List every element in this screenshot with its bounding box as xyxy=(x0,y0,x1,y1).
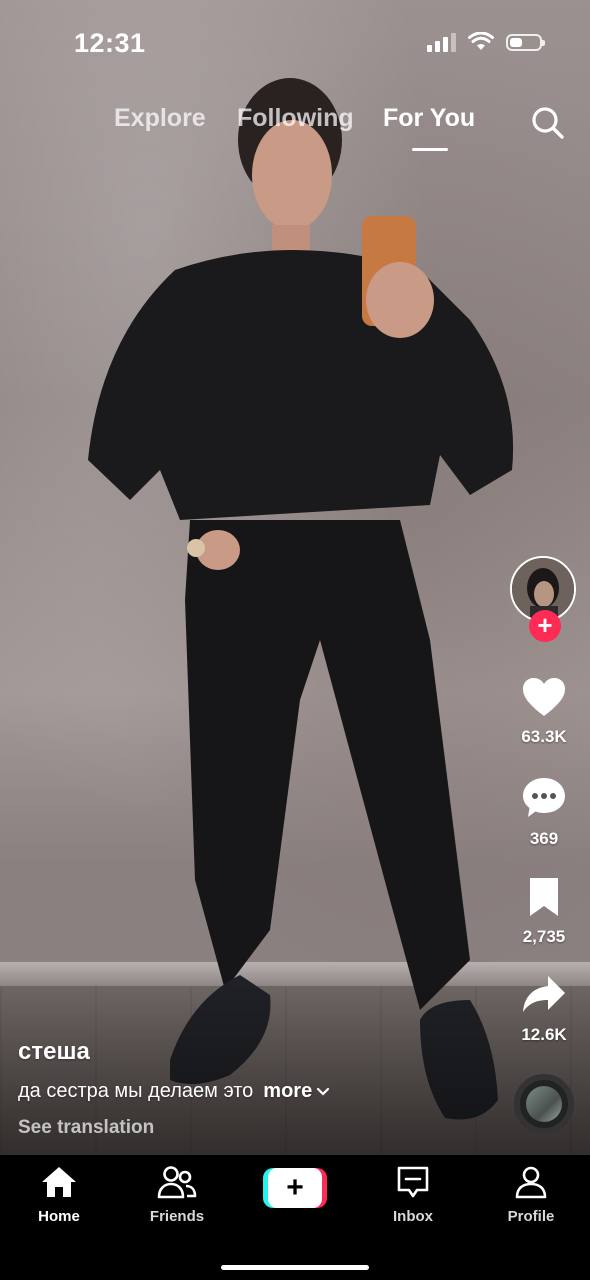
heart-icon xyxy=(523,678,565,716)
caption-description: да сестра мы делаем это xyxy=(18,1080,254,1102)
caption-text-row: да сестра мы делаем это more xyxy=(18,1080,488,1103)
save-count: 2,735 xyxy=(522,927,566,946)
video-caption: стеша да сестра мы делаем это more See t… xyxy=(18,1038,488,1139)
battery-level xyxy=(510,37,522,47)
status-bar: 12:31 xyxy=(0,0,590,90)
create-button[interactable]: + xyxy=(263,1168,327,1208)
tab-following[interactable]: Following xyxy=(237,104,354,133)
bottom-navigation: Home Friends + Inbox Profile xyxy=(0,1155,590,1280)
chevron-down-icon xyxy=(317,1087,330,1096)
nav-profile[interactable]: Profile xyxy=(481,1165,581,1225)
bookmark-icon xyxy=(530,878,558,916)
comment-count: 369 xyxy=(529,829,559,848)
tab-for-you[interactable]: For You xyxy=(383,104,475,133)
home-indicator xyxy=(221,1265,369,1270)
nav-inbox-label: Inbox xyxy=(393,1208,433,1225)
nav-home[interactable]: Home xyxy=(9,1165,109,1225)
creator-username[interactable]: стеша xyxy=(18,1038,488,1066)
inbox-icon xyxy=(397,1166,429,1198)
search-icon[interactable] xyxy=(530,105,566,141)
nav-friends-label: Friends xyxy=(149,1208,205,1225)
caption-more-button[interactable]: more xyxy=(263,1080,330,1103)
status-icons xyxy=(427,32,545,52)
comment-icon xyxy=(523,778,565,817)
share-count: 12.6K xyxy=(521,1025,567,1044)
status-time: 12:31 xyxy=(74,28,146,58)
more-label: more xyxy=(263,1080,313,1102)
comment-button[interactable]: 369 xyxy=(504,776,584,849)
home-icon xyxy=(42,1167,76,1197)
like-button[interactable]: 63.3K xyxy=(504,676,584,747)
create-icon: + xyxy=(268,1168,322,1208)
battery-icon xyxy=(506,33,545,51)
music-disc[interactable] xyxy=(514,1074,574,1134)
wifi-icon xyxy=(468,32,494,50)
share-icon xyxy=(523,976,565,1012)
cellular-signal-icon xyxy=(427,32,456,52)
nav-inbox[interactable]: Inbox xyxy=(363,1165,463,1225)
feed-tabs: Explore Following For You xyxy=(0,104,590,154)
video-player[interactable] xyxy=(0,0,590,1155)
active-tab-indicator xyxy=(412,148,448,151)
like-count: 63.3K xyxy=(521,727,567,746)
share-button[interactable]: 12.6K xyxy=(504,974,584,1045)
save-button[interactable]: 2,735 xyxy=(504,876,584,947)
nav-friends[interactable]: Friends xyxy=(127,1165,227,1225)
tab-explore[interactable]: Explore xyxy=(114,104,206,133)
nav-home-label: Home xyxy=(38,1208,80,1225)
tiktok-feed-screen: 12:31 Explore Following For You + 63.3K … xyxy=(0,0,590,1280)
see-translation-link[interactable]: See translation xyxy=(18,1117,488,1139)
friends-icon xyxy=(157,1166,197,1199)
follow-button[interactable]: + xyxy=(529,610,561,642)
nav-profile-label: Profile xyxy=(507,1208,555,1225)
music-cover xyxy=(526,1086,562,1122)
profile-icon xyxy=(515,1166,547,1199)
